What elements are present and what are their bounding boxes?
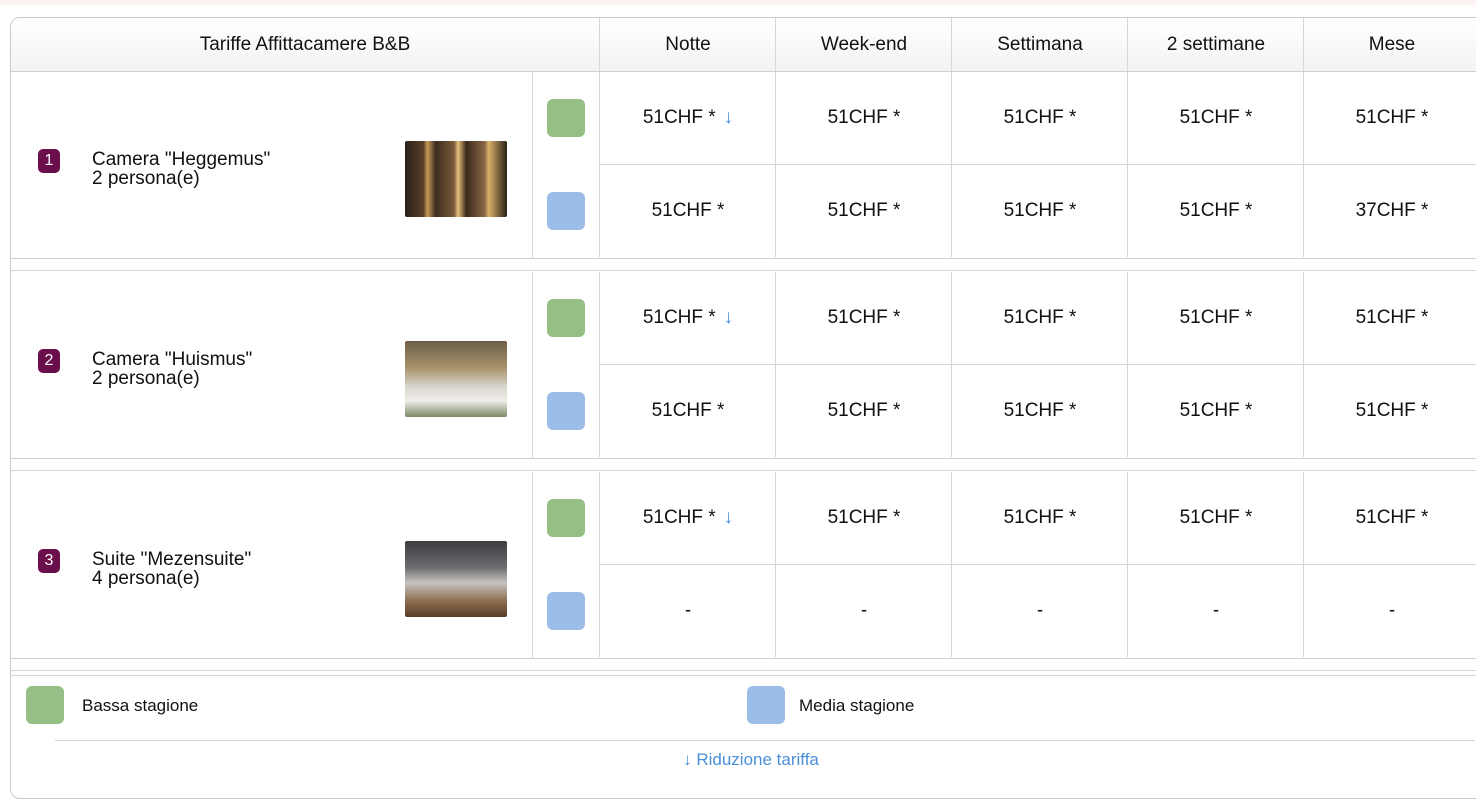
low-season-legend-swatch [26, 686, 64, 724]
room-info[interactable]: 2 Camera "Huismus" 2 persona(e) [11, 272, 532, 458]
room-photo[interactable] [405, 341, 507, 417]
mid-season-swatch [547, 592, 585, 630]
price-cell: - [775, 565, 952, 657]
top-accent-line [0, 0, 1476, 5]
room-capacity: 2 persona(e) [92, 168, 200, 189]
price-cell: 51CHF * [1303, 272, 1476, 364]
price-cell: 51CHF * [1303, 472, 1476, 564]
price-cell: 51CHF * [599, 365, 776, 457]
price-cell: 51CHF * [775, 272, 952, 364]
price-cell: - [599, 565, 776, 657]
mid-season-legend-label: Media stagione [799, 696, 915, 715]
price-cell: 51CHF * [1127, 365, 1304, 457]
col-header-settimana: Settimana [951, 18, 1128, 71]
legend: Bassa stagione Media stagione ↓ Riduzion… [11, 675, 1476, 798]
price-cell: 51CHF * [1127, 165, 1304, 257]
room-divider [11, 470, 1476, 471]
price-cell: 51CHF * [599, 165, 776, 257]
room-row-2: 2 Camera "Huismus" 2 persona(e) 51CHF * ↓… [11, 272, 1476, 459]
mid-season-swatch [547, 392, 585, 430]
room-row-1: 1 Camera "Heggemus" 2 persona(e) 51CHF *… [11, 72, 1476, 259]
price-cell: - [1127, 565, 1304, 657]
price-cell: 37CHF * [1303, 165, 1476, 257]
table-title: Tariffe Affittacamere B&B [199, 33, 411, 55]
price-cell: 51CHF * [951, 272, 1128, 364]
price-cell: 51CHF * ↓ [599, 472, 776, 564]
room-capacity: 4 persona(e) [92, 568, 200, 589]
low-season-swatch [547, 99, 585, 137]
price-cell: 51CHF * ↓ [599, 72, 776, 164]
price-cell: 51CHF * [775, 472, 952, 564]
room-photo[interactable] [405, 541, 507, 617]
price-cell: 51CHF * [1127, 472, 1304, 564]
col-header-notte: Notte [599, 18, 776, 71]
room-divider [11, 670, 1476, 671]
room-info[interactable]: 1 Camera "Heggemus" 2 persona(e) [11, 72, 532, 258]
price-cell: 51CHF * ↓ [599, 272, 776, 364]
reduction-arrow-icon: ↓ [723, 107, 734, 128]
room-number-badge: 3 [38, 549, 60, 573]
price-cell: 51CHF * [775, 72, 952, 164]
price-cell: 51CHF * [1127, 272, 1304, 364]
price-cell: 51CHF * [951, 472, 1128, 564]
mid-season-legend-swatch [747, 686, 785, 724]
reduction-arrow-icon: ↓ [723, 307, 734, 328]
reduction-arrow-icon: ↓ [723, 507, 734, 528]
room-divider [11, 270, 1476, 271]
room-number-badge: 1 [38, 149, 60, 173]
room-info[interactable]: 3 Suite "Mezensuite" 4 persona(e) [11, 472, 532, 658]
rates-table: Tariffe Affittacamere B&B Notte Week-end… [10, 17, 1476, 799]
mid-season-swatch [547, 192, 585, 230]
price-cell: - [1303, 565, 1476, 657]
low-season-legend-label: Bassa stagione [82, 696, 199, 715]
legend-divider [55, 740, 1475, 741]
room-capacity: 2 persona(e) [92, 368, 200, 389]
season-swatches [532, 472, 600, 658]
price-cell: 51CHF * [1303, 365, 1476, 457]
price-cell: 51CHF * [775, 165, 952, 257]
room-row-3: 3 Suite "Mezensuite" 4 persona(e) 51CHF … [11, 472, 1476, 659]
price-cell: 51CHF * [951, 365, 1128, 457]
room-name[interactable]: Suite "Mezensuite" [92, 550, 251, 569]
price-cell: 51CHF * [951, 72, 1128, 164]
room-name[interactable]: Camera "Heggemus" [92, 150, 270, 169]
col-header-2-settimane: 2 settimane [1127, 18, 1304, 71]
low-season-swatch [547, 499, 585, 537]
price-cell: 51CHF * [775, 365, 952, 457]
room-name[interactable]: Camera "Huismus" [92, 350, 252, 369]
col-header-weekend: Week-end [775, 18, 952, 71]
reduction-note: ↓ Riduzione tariffa [683, 750, 819, 769]
price-cell: 51CHF * [951, 165, 1128, 257]
table-header: Tariffe Affittacamere B&B Notte Week-end… [11, 18, 1476, 72]
season-swatches [532, 272, 600, 458]
low-season-swatch [547, 299, 585, 337]
room-photo[interactable] [405, 141, 507, 217]
room-number-badge: 2 [38, 349, 60, 373]
price-cell: - [951, 565, 1128, 657]
col-header-mese: Mese [1303, 18, 1476, 71]
price-cell: 51CHF * [1303, 72, 1476, 164]
season-swatches [532, 72, 600, 258]
price-cell: 51CHF * [1127, 72, 1304, 164]
